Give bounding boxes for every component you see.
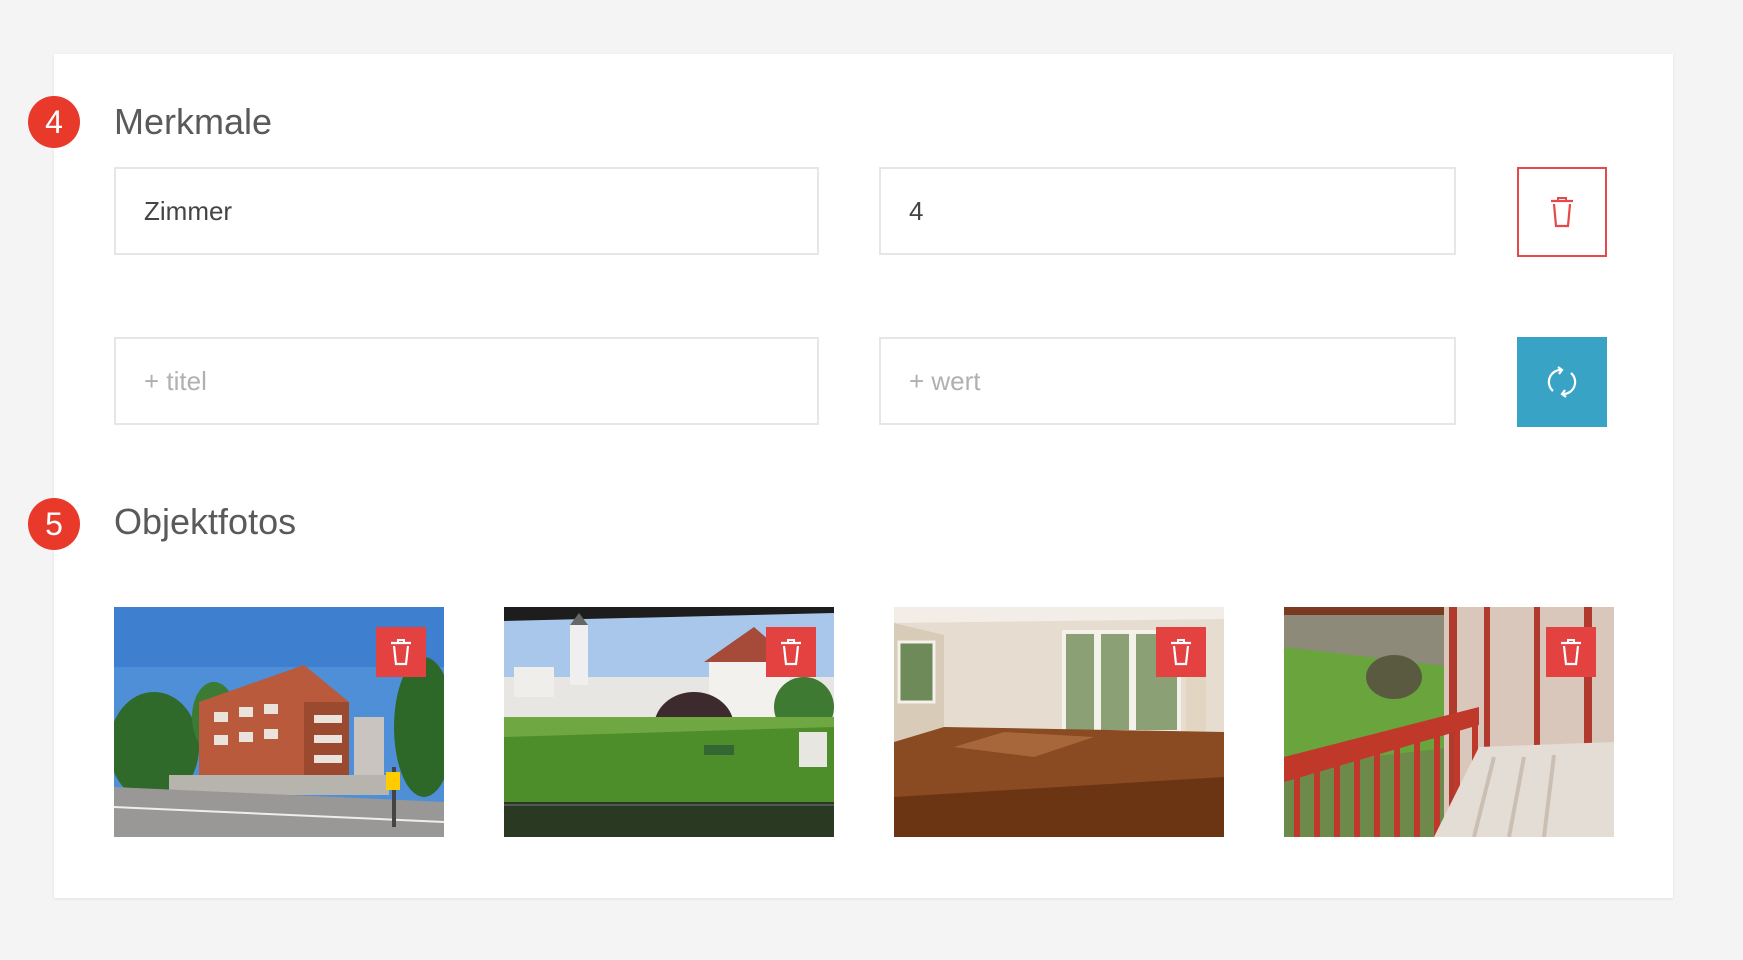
feature-value-input[interactable] [879,167,1456,255]
trash-icon [1551,197,1573,228]
sync-icon [1547,366,1577,398]
photo-thumbnail-4[interactable] [1284,607,1614,837]
trash-icon [391,639,411,666]
delete-photo-1-button[interactable] [376,627,426,677]
photo-thumbnail-2[interactable] [504,607,834,837]
photo-thumbnail-3[interactable] [894,607,1224,837]
trash-icon [1171,639,1191,666]
step-badge-4: 4 [28,96,80,148]
delete-photo-4-button[interactable] [1546,627,1596,677]
new-feature-title-input[interactable] [114,337,819,425]
trash-icon [1561,639,1581,666]
trash-icon [781,639,801,666]
photo-thumbnail-1[interactable] [114,607,444,837]
delete-feature-button[interactable] [1517,167,1607,257]
step-badge-5: 5 [28,498,80,550]
section-title-photos: Objektfotos [114,501,297,542]
add-feature-button[interactable] [1517,337,1607,427]
feature-title-input[interactable] [114,167,819,255]
section-title-features: Merkmale [114,101,273,142]
delete-photo-3-button[interactable] [1156,627,1206,677]
delete-photo-2-button[interactable] [766,627,816,677]
new-feature-value-input[interactable] [879,337,1456,425]
